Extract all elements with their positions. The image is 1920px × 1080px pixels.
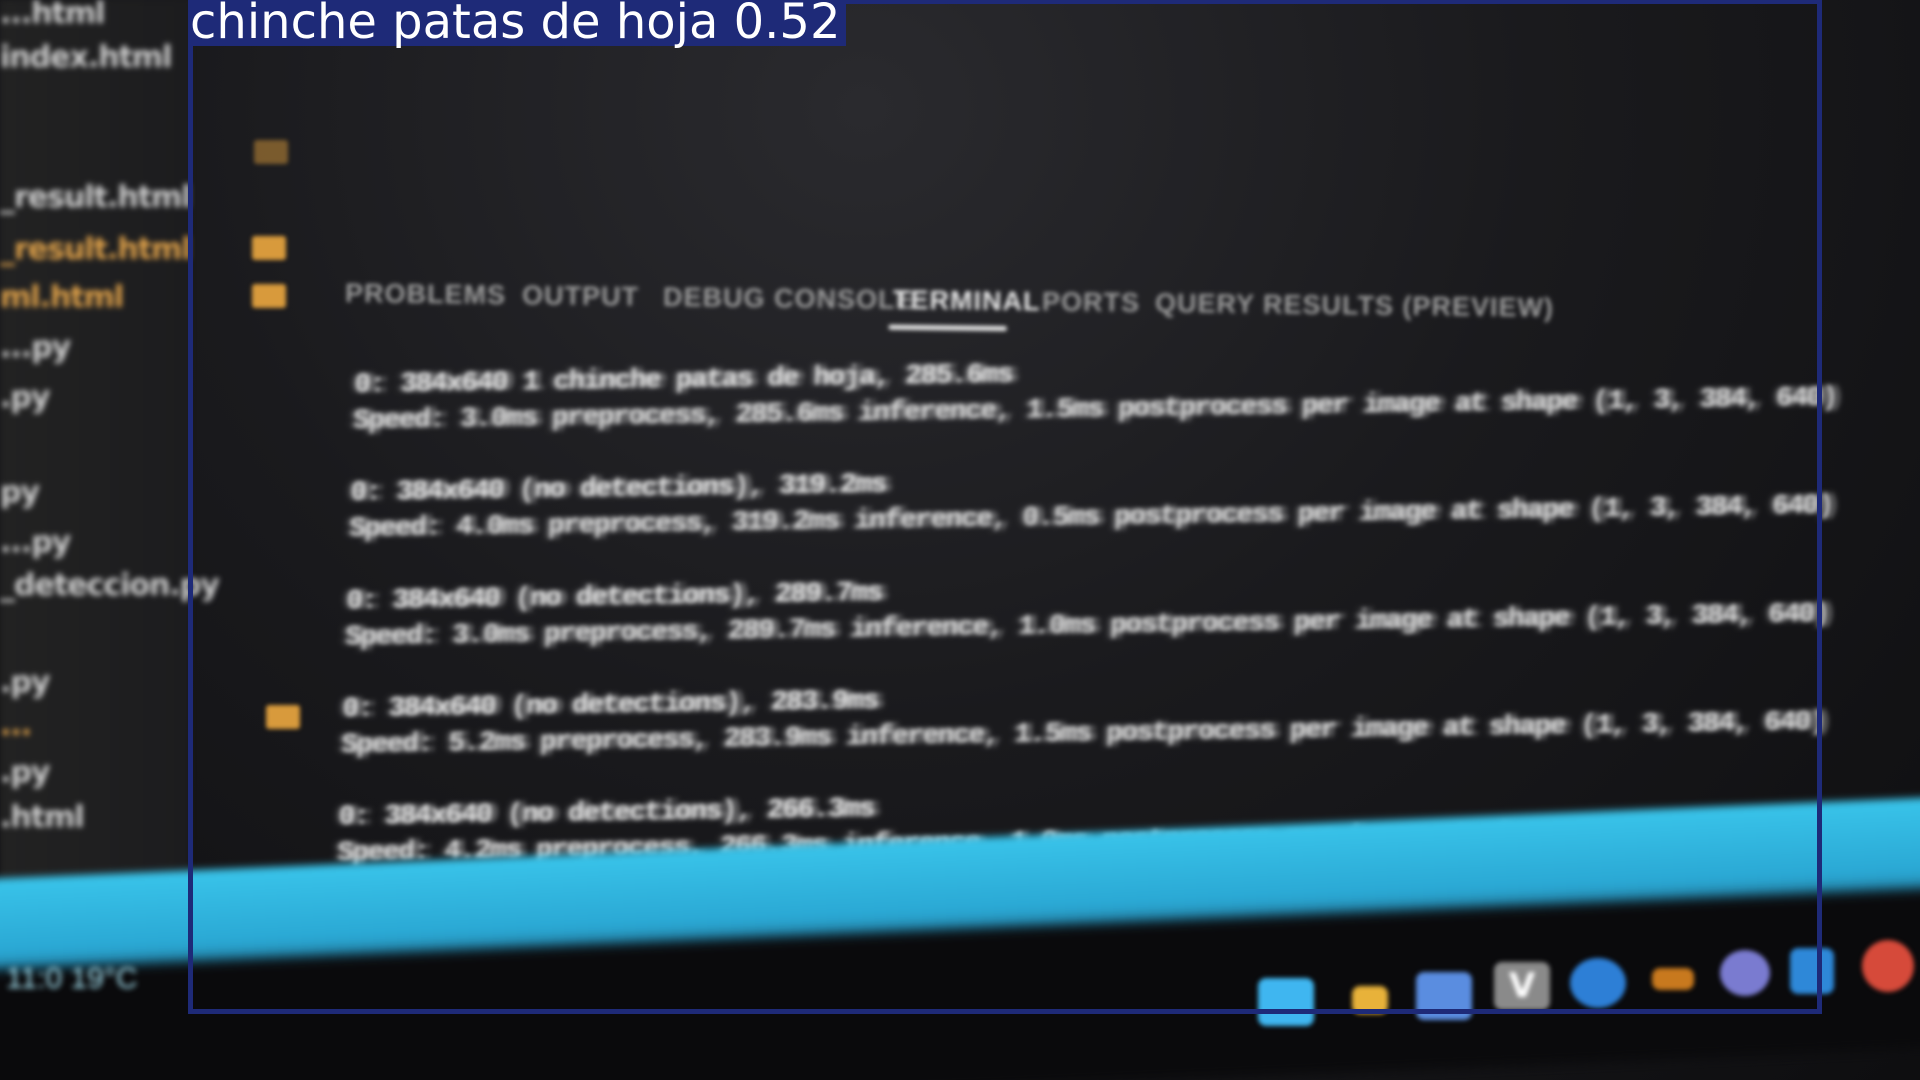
chrome-icon[interactable] — [1862, 940, 1914, 992]
detection-label: chinche patas de hoja 0.52 — [190, 0, 847, 46]
explorer-item[interactable]: .html — [0, 800, 85, 835]
explorer-item[interactable]: _deteccion.py — [0, 568, 220, 603]
explorer-item[interactable]: .py — [0, 665, 50, 700]
explorer-item[interactable]: ml.html — [0, 280, 124, 315]
explorer-item[interactable]: _result.html — [0, 232, 192, 267]
file-explorer-sidebar: ...html index.html _result.html _result.… — [0, 0, 220, 960]
photo-of-monitor: ...html index.html _result.html _result.… — [0, 0, 1920, 1080]
explorer-item[interactable]: ...py — [0, 525, 71, 560]
explorer-item[interactable]: index.html — [0, 40, 172, 75]
explorer-item[interactable]: ... — [0, 708, 32, 743]
taskbar-status-text: 11:0 19°C — [6, 962, 138, 995]
explorer-item[interactable]: ...html — [0, 0, 105, 31]
detection-box — [188, 0, 1822, 1014]
explorer-item[interactable]: _result.html — [0, 180, 192, 215]
explorer-item[interactable]: ...py — [0, 330, 71, 365]
explorer-item[interactable]: .py — [0, 755, 50, 790]
explorer-item[interactable]: .py — [0, 380, 50, 415]
explorer-item[interactable]: py — [0, 475, 40, 510]
